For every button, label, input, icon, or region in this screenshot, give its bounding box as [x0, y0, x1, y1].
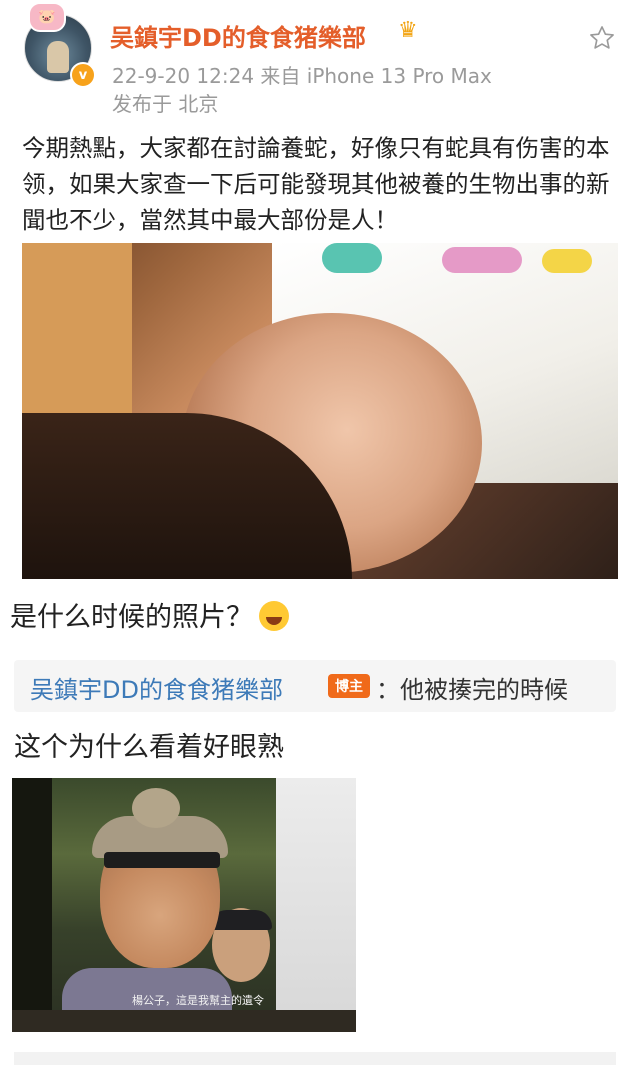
bottom-bar: [14, 1052, 616, 1065]
username[interactable]: 吴鎮宇DD的食食猪樂部: [110, 18, 366, 53]
photo-second-headband: [210, 910, 272, 930]
post-location: 发布于 北京: [112, 92, 219, 116]
post-header: 🐷 v 吴鎮宇DD的食食猪樂部 ♛ 22-9-20 12:24 来自 iPhon…: [0, 0, 640, 120]
star-icon[interactable]: [588, 24, 616, 52]
reply-separator: ：: [376, 676, 400, 704]
reply-text: ：他被揍完的時候: [376, 670, 568, 705]
verified-badge-icon: v: [70, 62, 96, 88]
photo-pattern: [542, 249, 592, 273]
photo-subtitle: 楊公子，這是我幫主的遺令: [132, 994, 264, 1007]
comment-photo[interactable]: 楊公子，這是我幫主的遺令: [12, 778, 356, 1032]
photo-sleeve: [22, 243, 132, 413]
laughing-tears-emoji-icon: [259, 601, 289, 631]
photo-hair-bun: [132, 788, 180, 828]
photo-shadow: [12, 778, 52, 1032]
crown-icon: ♛: [398, 18, 418, 43]
post-meta: 22-9-20 12:24 来自 iPhone 13 Pro Max: [112, 64, 492, 88]
photo-frame: [12, 1010, 356, 1032]
author-badge: 博主: [328, 674, 370, 698]
photo-pattern: [442, 247, 522, 273]
avatar-figure: [47, 41, 69, 73]
comment-text: 是什么时候的照片？: [10, 602, 253, 633]
photo-headband: [104, 852, 220, 868]
pig-icon: 🐷: [28, 2, 66, 32]
comment: 是什么时候的照片？: [10, 595, 289, 634]
reply-author[interactable]: 吴鎮宇DD的食食猪樂部: [30, 670, 283, 705]
photo-pattern: [322, 243, 382, 273]
comment: 这个为什么看着好眼熟: [14, 732, 284, 763]
post-text: 今期熱點，大家都在討論養蛇，好像只有蛇具有伤害的本领，如果大家查一下后可能發現其…: [22, 134, 610, 234]
photo-wall: [276, 778, 356, 1032]
reply-content: 他被揍完的時候: [400, 676, 568, 704]
reply-box[interactable]: 吴鎮宇DD的食食猪樂部 博主 ：他被揍完的時候: [14, 660, 616, 712]
post-photo[interactable]: [22, 243, 618, 579]
